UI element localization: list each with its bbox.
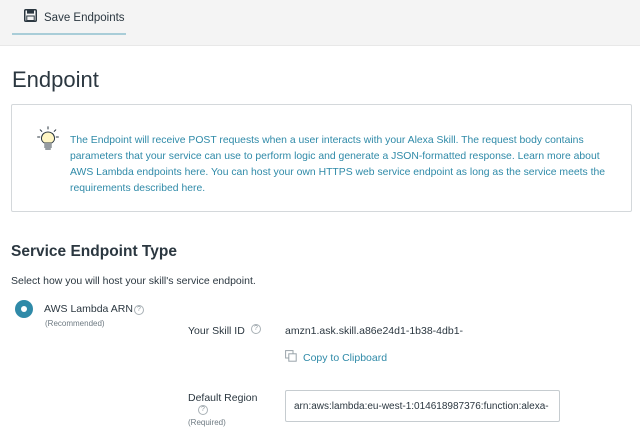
- recommended-note: (Recommended): [45, 319, 105, 328]
- default-region-label: Default Region: [188, 392, 258, 404]
- toolbar: Save Endpoints: [0, 0, 640, 46]
- default-region-arn-input[interactable]: [285, 390, 560, 422]
- copy-to-clipboard-button[interactable]: Copy to Clipboard: [285, 350, 387, 365]
- aws-lambda-arn-label[interactable]: AWS Lambda ARN: [44, 303, 133, 315]
- aws-lambda-arn-radio[interactable]: [15, 300, 33, 318]
- skill-id-label: Your Skill ID: [188, 325, 245, 337]
- copy-to-clipboard-label: Copy to Clipboard: [303, 351, 388, 364]
- help-icon[interactable]: ?: [134, 305, 144, 315]
- help-icon[interactable]: ?: [198, 405, 208, 415]
- lambda-learn-more-link[interactable]: here: [185, 167, 206, 178]
- service-endpoint-type-heading: Service Endpoint Type: [11, 243, 177, 260]
- help-icon[interactable]: ?: [251, 324, 261, 334]
- save-endpoints-label: Save Endpoints: [44, 11, 125, 24]
- save-endpoints-button[interactable]: Save Endpoints: [12, 2, 126, 35]
- page-title: Endpoint: [12, 67, 99, 92]
- floppy-disk-icon: [24, 8, 37, 27]
- info-text-part-3: .: [202, 183, 206, 194]
- https-requirements-link[interactable]: here: [181, 183, 202, 194]
- lightbulb-icon: [37, 126, 59, 157]
- copy-icon: [285, 350, 297, 365]
- skill-id-value: amzn1.ask.skill.a86e24d1-1b38-4db1-: [285, 325, 464, 337]
- info-description: The Endpoint will receive POST requests …: [70, 133, 610, 197]
- service-endpoint-type-description: Select how you will host your skill's se…: [11, 275, 256, 287]
- required-note: (Required): [188, 418, 226, 427]
- info-box: The Endpoint will receive POST requests …: [11, 104, 632, 212]
